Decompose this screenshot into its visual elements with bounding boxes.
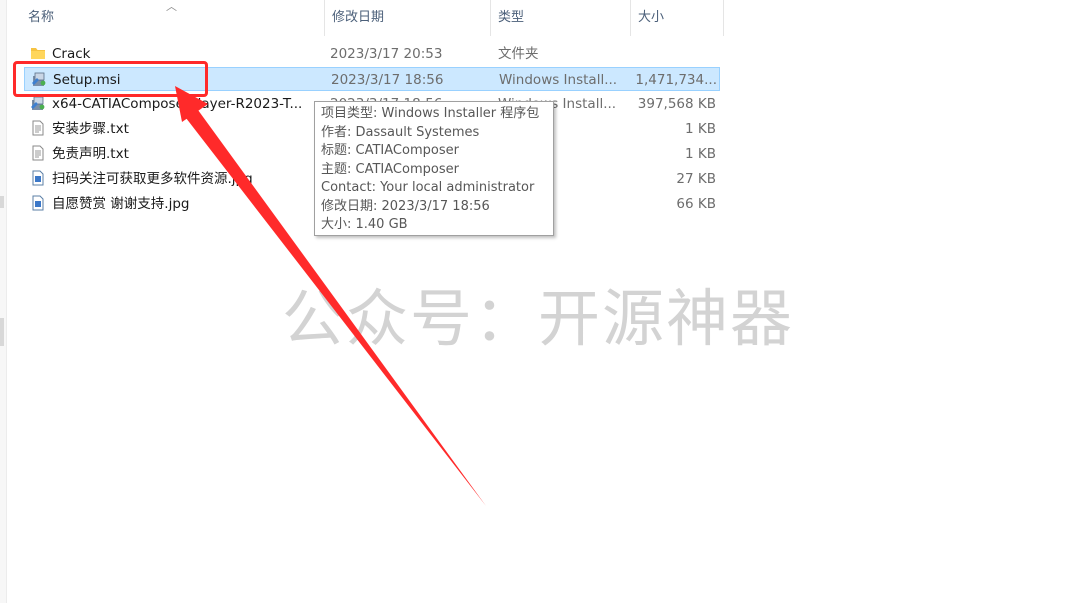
annotation-arrow	[175, 86, 486, 506]
